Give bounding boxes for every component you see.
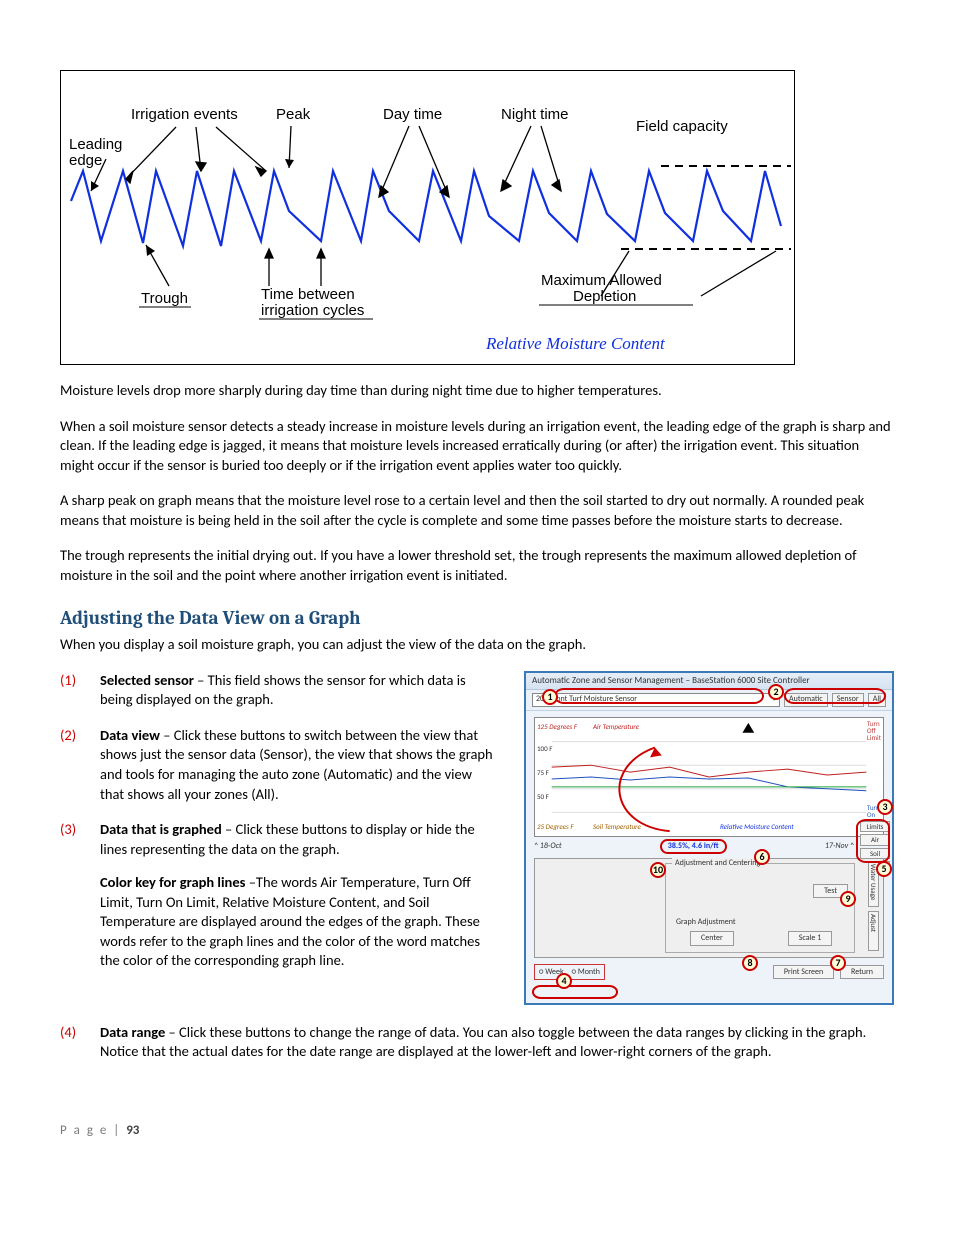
svg-text:edge: edge	[69, 152, 102, 169]
scale-button[interactable]: Scale 1	[788, 931, 833, 946]
section-intro: When you display a soil moisture graph, …	[60, 635, 894, 655]
list-number-3: (3)	[60, 820, 100, 971]
date-left: ^ 18-Oct	[534, 841, 562, 852]
controls-panel: Adjustment and Centering Test Graph Adju…	[534, 858, 884, 958]
list-item-1: Selected sensor – This field shows the s…	[100, 671, 496, 710]
center-button[interactable]: Center	[690, 931, 734, 946]
return-button[interactable]: Return	[840, 965, 884, 979]
list-item-4: Data range – Click these buttons to chan…	[100, 1023, 894, 1062]
sensor-graph[interactable]: 125 Degrees F Air Temperature 100 F 75 F…	[534, 717, 884, 837]
paragraph-3: A sharp peak on graph means that the moi…	[60, 491, 894, 530]
svg-text:Relative Moisture Content: Relative Moisture Content	[485, 334, 666, 353]
list-item-3: Data that is graphed – Click these butto…	[100, 820, 496, 971]
svg-text:Field capacity: Field capacity	[636, 118, 728, 135]
list-number-2: (2)	[60, 726, 100, 804]
svg-text:Maximum Allowed: Maximum Allowed	[541, 272, 662, 289]
app-screenshot: Automatic Zone and Sensor Management – B…	[524, 671, 894, 1005]
paragraph-2: When a soil moisture sensor detects a st…	[60, 417, 894, 476]
list-item-2: Data view – Click these buttons to switc…	[100, 726, 496, 804]
page-footer: P a g e | 93	[60, 1122, 894, 1140]
svg-text:Day time: Day time	[383, 106, 442, 123]
svg-text:Night time: Night time	[501, 106, 569, 123]
paragraph-1: Moisture levels drop more sharply during…	[60, 381, 894, 401]
tab-adjust[interactable]: Adjust	[868, 911, 879, 951]
center-info: 38.5%, 4.6 in/ft	[660, 839, 727, 854]
svg-text:Leading: Leading	[69, 136, 122, 153]
date-right: 17-Nov ^	[825, 841, 854, 852]
paragraph-4: The trough represents the initial drying…	[60, 546, 894, 585]
print-button[interactable]: Print Screen	[773, 965, 834, 979]
svg-text:Trough: Trough	[141, 290, 188, 307]
svg-text:irrigation cycles: irrigation cycles	[261, 302, 364, 319]
section-heading: Adjusting the Data View on a Graph	[60, 606, 894, 632]
svg-text:Time between: Time between	[261, 286, 355, 303]
moisture-graph-figure: Irrigation events Peak Day time Night ti…	[60, 70, 795, 365]
list-number-4: (4)	[60, 1023, 100, 1062]
svg-text:Depletion: Depletion	[573, 288, 636, 305]
list-number-1: (1)	[60, 671, 100, 710]
svg-text:Irrigation events: Irrigation events	[131, 106, 238, 123]
svg-text:Peak: Peak	[276, 106, 311, 123]
